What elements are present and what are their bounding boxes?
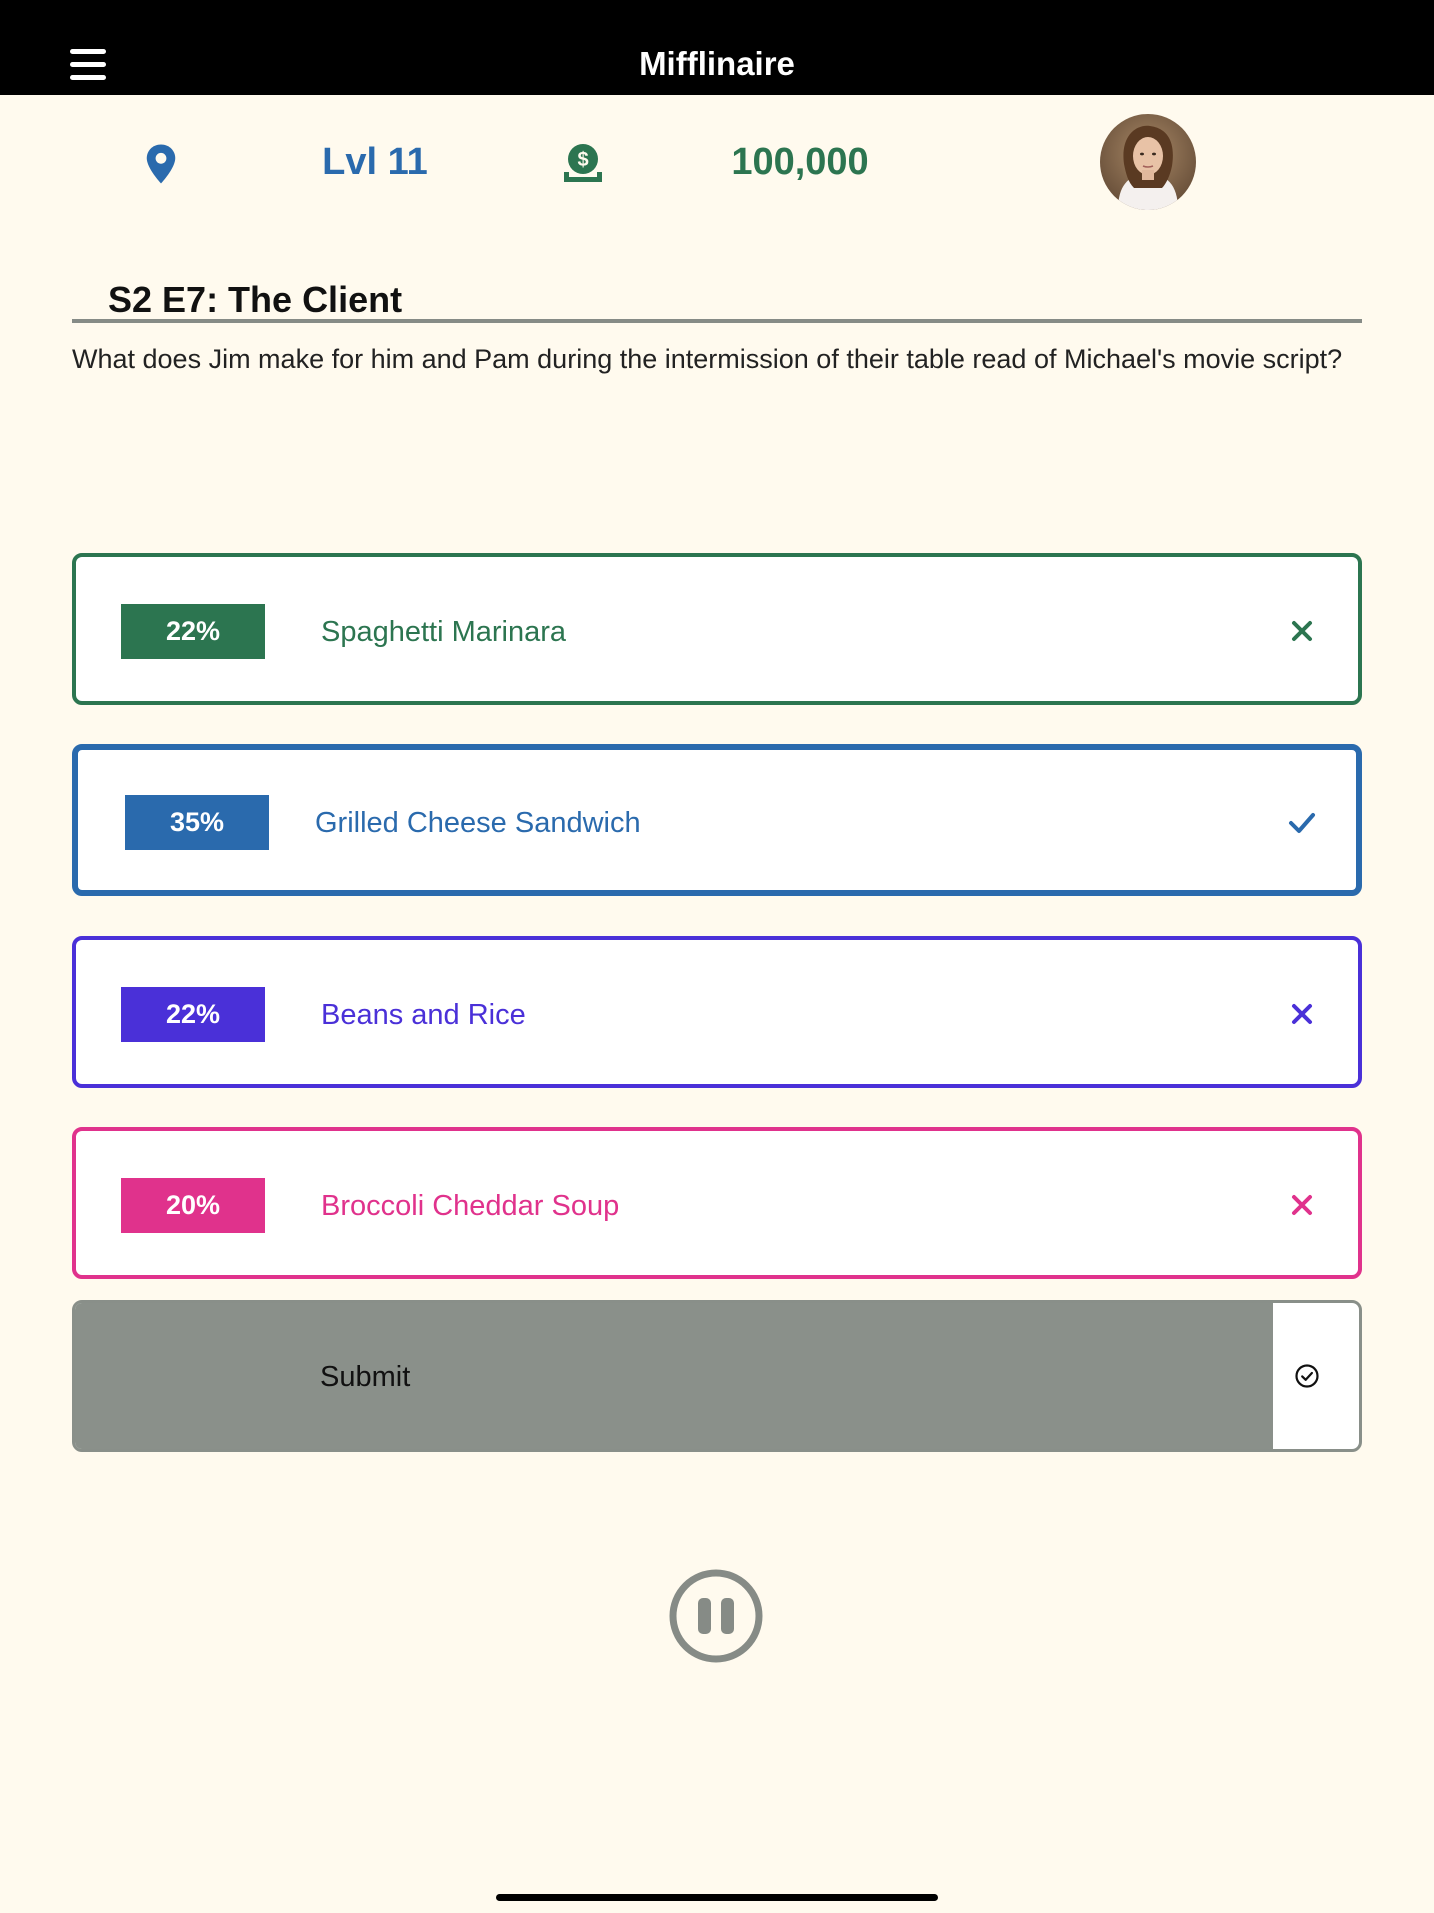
answer-percent: 22%: [121, 987, 265, 1042]
submit-label: Submit: [320, 1361, 411, 1393]
user-avatar[interactable]: [1100, 114, 1196, 210]
answer-option-1[interactable]: 22% Spaghetti Marinara: [72, 553, 1362, 705]
submit-button[interactable]: Submit: [72, 1300, 1362, 1452]
answer-percent: 22%: [121, 604, 265, 659]
level-indicator: Lvl 11: [322, 141, 428, 183]
answer-label: Broccoli Cheddar Soup: [321, 1190, 620, 1222]
x-icon: [1292, 1004, 1312, 1024]
answer-label: Beans and Rice: [321, 999, 526, 1031]
submit-progress-fill: [75, 1303, 1273, 1449]
app-title: Mifflinaire: [639, 45, 795, 82]
app-bar: Mifflinaire: [0, 0, 1434, 95]
answer-label: Spaghetti Marinara: [321, 616, 567, 648]
pause-circle-icon[interactable]: [669, 1569, 763, 1663]
svg-text:$: $: [577, 149, 588, 171]
x-icon: [1292, 1195, 1312, 1215]
answer-option-2[interactable]: 35% Grilled Cheese Sandwich: [72, 744, 1362, 896]
check-circle-icon: [1295, 1364, 1319, 1388]
question-text: What does Jim make for him and Pam durin…: [72, 344, 1343, 374]
check-icon: [1289, 813, 1315, 833]
answer-option-3[interactable]: 22% Beans and Rice: [72, 936, 1362, 1088]
map-pin-icon[interactable]: [143, 143, 179, 185]
answer-percent: 20%: [121, 1178, 265, 1233]
title-divider: [72, 319, 1362, 323]
answer-percent: 35%: [125, 795, 269, 850]
answer-label: Grilled Cheese Sandwich: [315, 807, 641, 839]
money-hand-dollar-icon: $: [564, 144, 602, 182]
episode-title: S2 E7: The Client: [108, 279, 403, 320]
coin-balance: 100,000: [731, 141, 869, 183]
answer-option-4[interactable]: 20% Broccoli Cheddar Soup: [72, 1127, 1362, 1279]
x-icon: [1292, 621, 1312, 641]
home-indicator: [496, 1894, 938, 1901]
